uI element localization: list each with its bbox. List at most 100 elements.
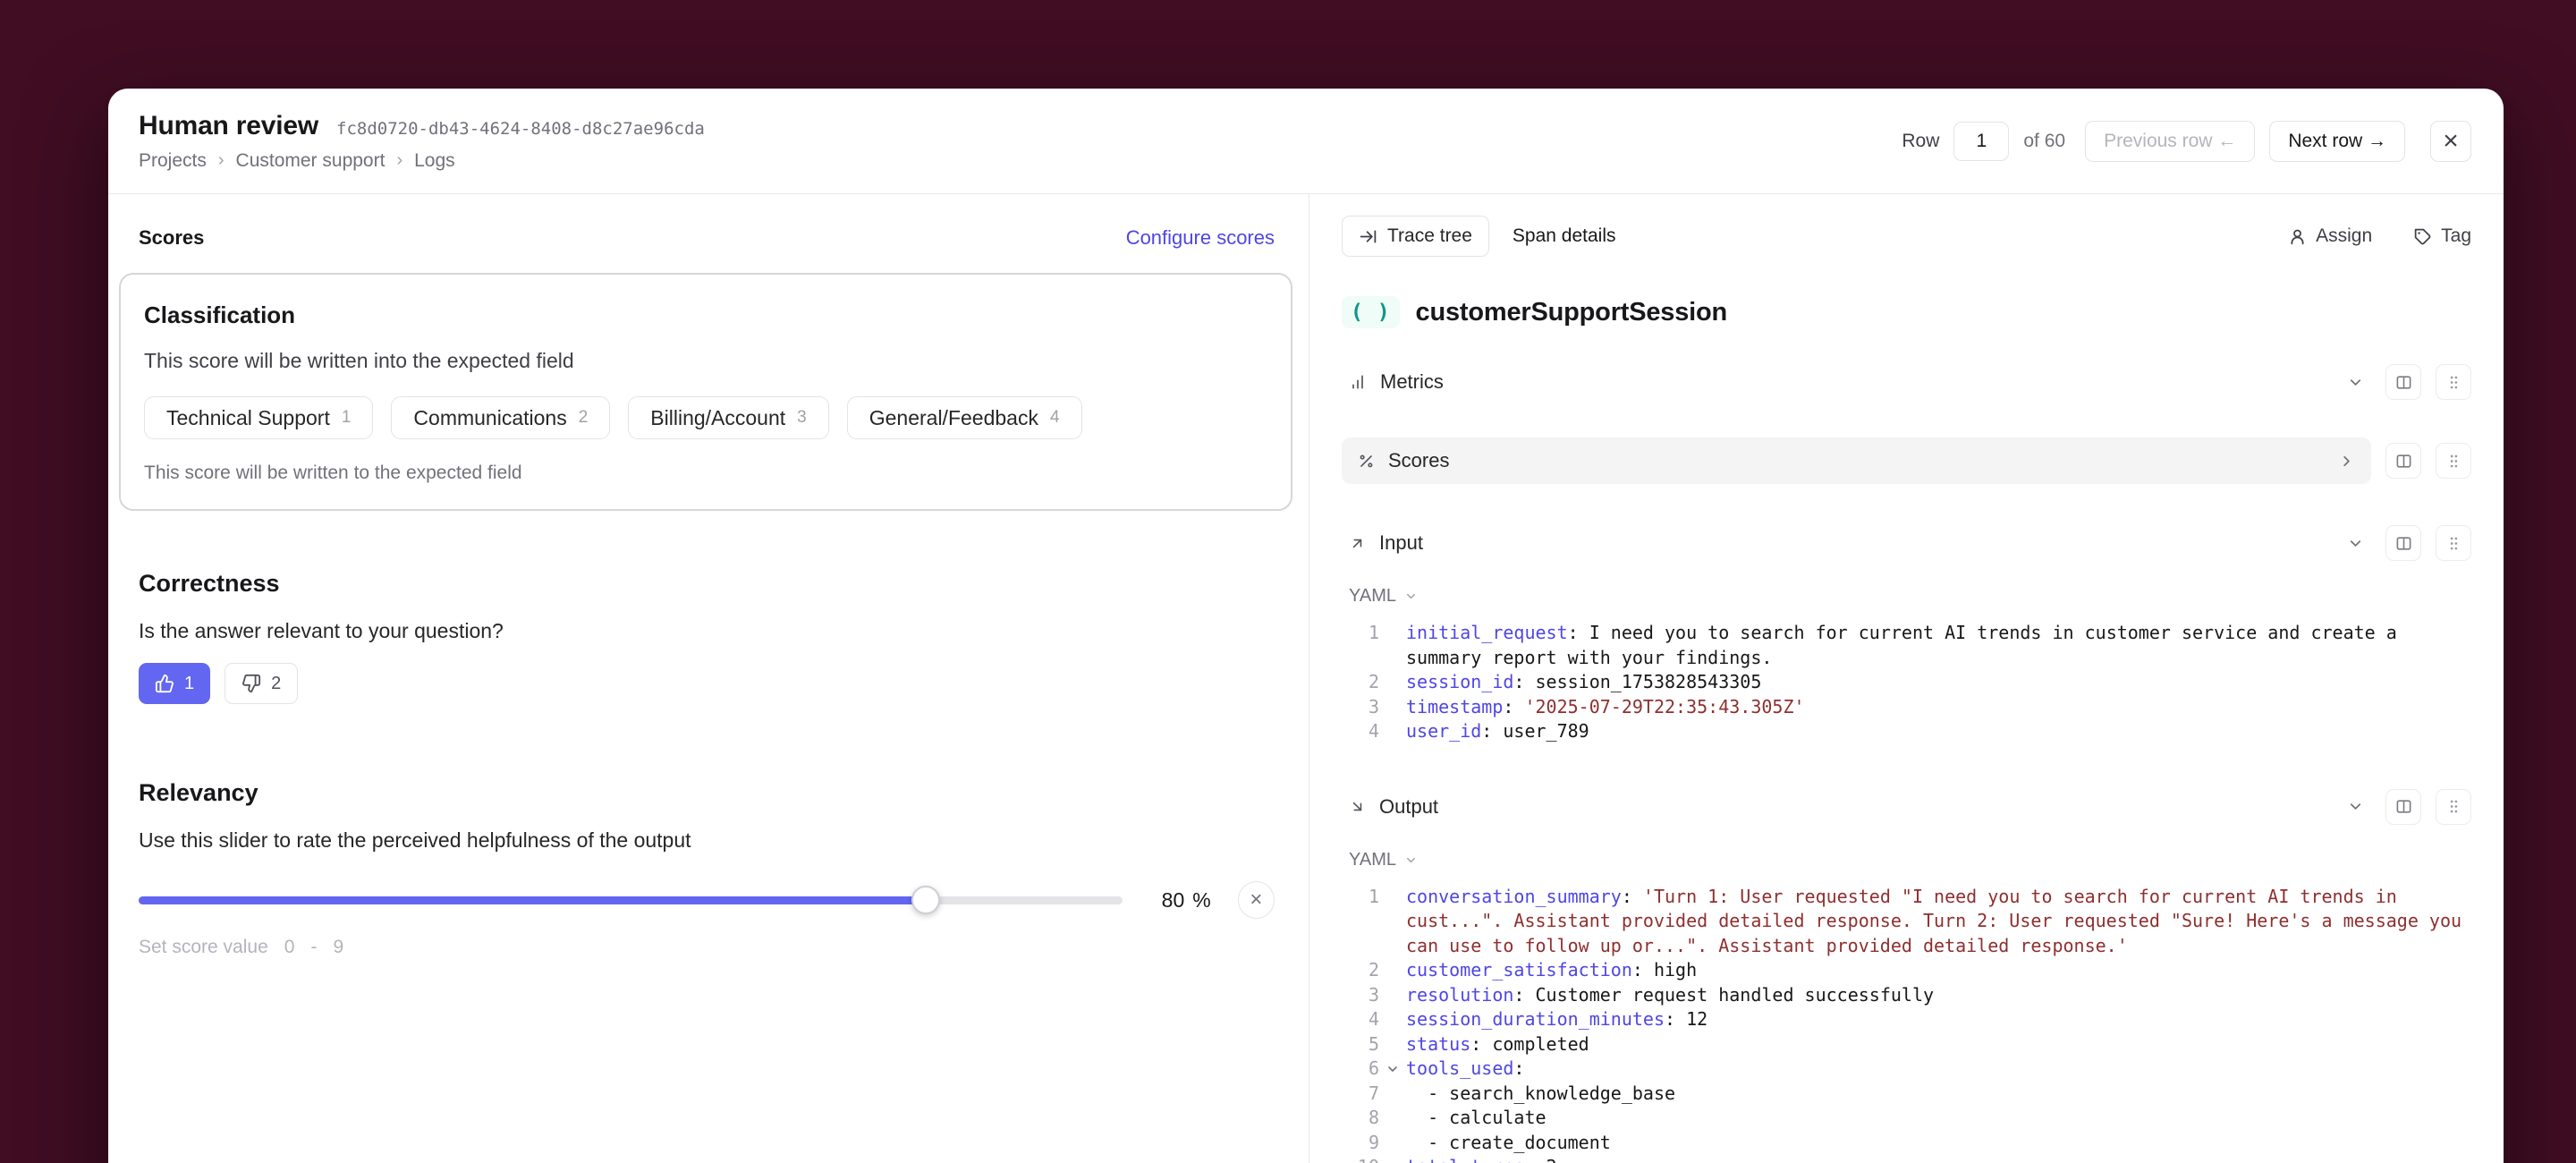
code-line: 8 - calculate [1342, 1106, 2471, 1131]
arrow-down-right-icon [1349, 798, 1366, 815]
relevancy-score-section: Relevancy Use this slider to rate the pe… [139, 779, 1275, 958]
scores-row: Scores [1342, 437, 2471, 484]
input-drag-handle[interactable] [2436, 525, 2471, 561]
slider-handle[interactable] [911, 886, 940, 914]
scores-panel: Scores Configure scores Classification T… [108, 194, 1309, 1163]
line-gutter [1379, 1155, 1406, 1163]
code-line-content: resolution: Customer request handled suc… [1406, 983, 2471, 1008]
output-format-dropdown[interactable]: YAML [1349, 850, 1418, 870]
grip-icon [2445, 374, 2462, 391]
input-section-toggle[interactable]: Input [1342, 520, 2371, 566]
option-general-feedback[interactable]: General/Feedback 4 [847, 396, 1082, 439]
span-title: customerSupportSession [1416, 298, 1728, 327]
breadcrumb-customer-support[interactable]: Customer support [236, 150, 386, 172]
tag-icon [2413, 227, 2432, 246]
collapse-toggle-icon[interactable] [1379, 1057, 1406, 1082]
close-button[interactable]: × [2430, 121, 2471, 162]
line-number: 3 [1342, 695, 1379, 720]
code-line-content: user_id: user_789 [1406, 719, 2471, 744]
input-columns-button[interactable] [2385, 525, 2421, 561]
input-label: Input [1379, 531, 1423, 555]
trace-tree-icon [1359, 227, 1377, 246]
breadcrumb-projects[interactable]: Projects [139, 150, 207, 172]
line-number: 6 [1342, 1057, 1379, 1082]
input-format-label: YAML [1349, 586, 1396, 607]
relevancy-title: Relevancy [139, 779, 1275, 807]
line-number: 1 [1342, 885, 1379, 959]
line-number: 4 [1342, 719, 1379, 744]
code-line-content: tools_used: [1406, 1057, 2471, 1082]
breadcrumb-logs[interactable]: Logs [414, 150, 455, 172]
page-title: Human review [139, 111, 318, 141]
option-shortcut: 4 [1050, 408, 1060, 428]
breadcrumb-separator-icon: › [396, 150, 402, 171]
scores-drag-handle[interactable] [2436, 443, 2471, 479]
breadcrumb: Projects › Customer support › Logs [139, 150, 705, 172]
classification-title: Classification [144, 301, 1267, 329]
thumbs-down-button[interactable]: 2 [225, 663, 298, 704]
input-format-dropdown[interactable]: YAML [1349, 586, 1418, 607]
modal-header: Human review fc8d0720-db43-4624-8408-d8c… [108, 89, 2504, 194]
thumbs-down-icon [242, 674, 261, 693]
score-range-hint: Set score value 0 - 9 [139, 937, 1275, 958]
option-technical-support[interactable]: Technical Support 1 [144, 396, 373, 439]
classification-score-card: Classification This score will be writte… [119, 273, 1292, 511]
assign-button[interactable]: Assign [2288, 225, 2372, 247]
columns-icon [2395, 453, 2412, 470]
line-gutter [1379, 1106, 1406, 1131]
metrics-section-toggle[interactable]: Metrics [1342, 359, 2371, 405]
line-number: 10 [1342, 1155, 1379, 1163]
chevron-down-icon [2347, 535, 2364, 552]
trace-tree-button[interactable]: Trace tree [1342, 216, 1489, 257]
percent-icon [1358, 453, 1375, 470]
line-gutter [1379, 1131, 1406, 1156]
columns-icon [2395, 535, 2412, 552]
user-icon [2288, 227, 2307, 246]
row-number-input[interactable] [1953, 122, 2009, 161]
line-gutter [1379, 695, 1406, 720]
option-billing-account[interactable]: Billing/Account 3 [628, 396, 828, 439]
row-navigation: Row of 60 Previous row ← Next row → × [1902, 121, 2471, 162]
trace-panel: Trace tree Span details Assign [1309, 194, 2504, 1163]
metrics-drag-handle[interactable] [2436, 364, 2471, 400]
tab-span-details[interactable]: Span details [1513, 225, 1616, 247]
output-section-toggle[interactable]: Output [1342, 784, 2371, 830]
output-label: Output [1379, 795, 1438, 819]
line-gutter [1379, 621, 1406, 670]
code-line: 4 user_id: user_789 [1342, 719, 2471, 744]
scores-section-toggle[interactable]: Scores [1342, 437, 2371, 484]
columns-icon [2395, 374, 2412, 391]
previous-row-button[interactable]: Previous row ← [2085, 121, 2255, 162]
clear-score-button[interactable]: × [1238, 881, 1275, 919]
metrics-columns-button[interactable] [2385, 364, 2421, 400]
scores-columns-button[interactable] [2385, 443, 2421, 479]
scores-panel-title: Scores [139, 226, 204, 250]
output-row: Output [1342, 784, 2471, 830]
code-line-content: - calculate [1406, 1106, 2471, 1131]
row-label: Row [1902, 131, 1939, 152]
output-columns-button[interactable] [2385, 789, 2421, 825]
code-line: 1conversation_summary: 'Turn 1: User req… [1342, 885, 2471, 959]
line-gutter [1379, 719, 1406, 744]
code-line-content: initial_request: I need you to search fo… [1406, 621, 2471, 670]
code-line: 7 - search_knowledge_base [1342, 1082, 2471, 1107]
option-communications[interactable]: Communications 2 [391, 396, 610, 439]
relevancy-description: Use this slider to rate the perceived he… [139, 828, 1275, 853]
output-yaml-viewer: 1conversation_summary: 'Turn 1: User req… [1342, 885, 2471, 1163]
thumbs-down-shortcut: 2 [271, 674, 281, 694]
next-row-button[interactable]: Next row → [2269, 121, 2405, 162]
columns-icon [2395, 798, 2412, 815]
code-line-content: session_id: session_1753828543305 [1406, 670, 2471, 695]
score-hint-min: 0 [284, 937, 295, 958]
configure-scores-link[interactable]: Configure scores [1126, 226, 1275, 250]
output-drag-handle[interactable] [2436, 789, 2471, 825]
option-shortcut: 1 [342, 408, 352, 428]
thumbs-up-button[interactable]: 1 [139, 663, 210, 704]
slider-value: 80 % [1162, 888, 1211, 913]
slider-track[interactable] [139, 896, 1123, 904]
tag-button[interactable]: Tag [2413, 225, 2471, 247]
option-label: Communications [413, 406, 566, 430]
relevancy-slider[interactable] [139, 885, 1123, 915]
option-shortcut: 3 [797, 408, 807, 428]
chevron-right-icon [2338, 453, 2355, 470]
